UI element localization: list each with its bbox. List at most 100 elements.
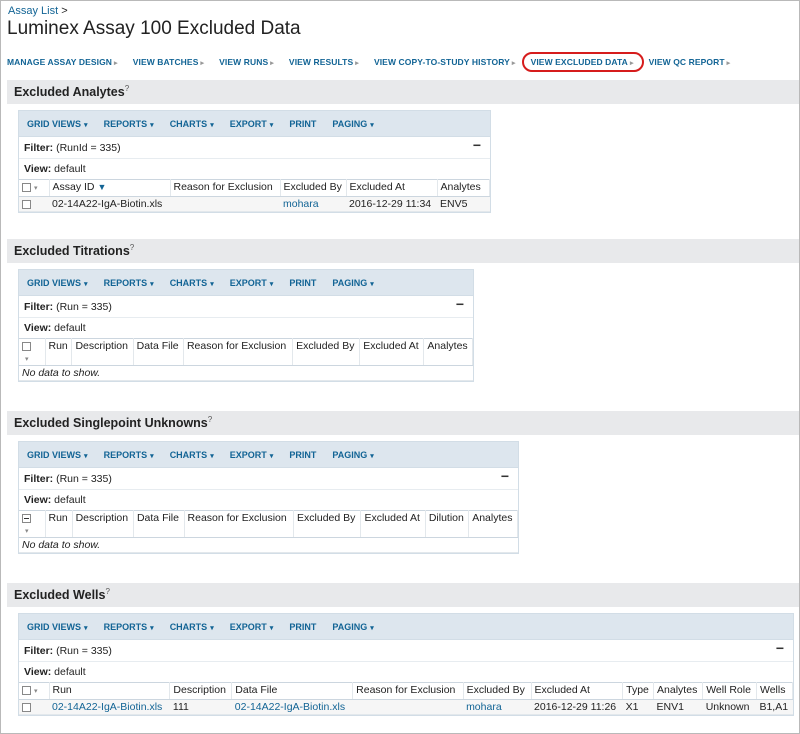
col-header[interactable]: Excluded By: [293, 510, 362, 538]
col-header[interactable]: Excluded At: [360, 510, 426, 538]
col-header[interactable]: Reason for Exclusion: [184, 510, 295, 538]
col-header[interactable]: Run: [49, 682, 171, 700]
help-icon[interactable]: ?: [130, 243, 134, 252]
col-header[interactable]: Reason for Exclusion: [170, 179, 281, 197]
col-header[interactable]: Analytes: [653, 682, 704, 700]
export-menu[interactable]: EXPORT ▾: [230, 614, 274, 642]
filter-row: Filter: (Run = 335) −: [19, 468, 518, 490]
help-icon[interactable]: ?: [208, 415, 212, 424]
paging-menu[interactable]: PAGING ▾: [332, 111, 373, 139]
filter-value: (Run = 335): [56, 473, 112, 485]
col-header[interactable]: Analytes: [437, 179, 490, 197]
select-all-checkbox[interactable]: [22, 341, 31, 351]
col-header[interactable]: Wells: [756, 682, 794, 700]
print-button[interactable]: PRINT: [289, 442, 316, 468]
col-header[interactable]: Data File: [133, 338, 184, 366]
export-menu[interactable]: EXPORT ▾: [230, 270, 274, 298]
grid-toolbar: GRID VIEWS ▾ REPORTS ▾ CHARTS ▾ EXPORT ▾ PRI…: [19, 614, 793, 640]
col-header[interactable]: Description: [169, 682, 233, 700]
reports-menu[interactable]: REPORTS ▾: [104, 270, 154, 298]
select-all-header[interactable]: ▾: [19, 338, 46, 366]
data-file-link[interactable]: 02-14A22-IgA-Biotin.xls: [235, 701, 345, 713]
col-header[interactable]: Well Role: [702, 682, 757, 700]
grid-views-menu[interactable]: GRID VIEWS ▾: [27, 111, 88, 139]
col-header[interactable]: Excluded At: [346, 179, 438, 197]
select-all-checkbox[interactable]: [22, 182, 31, 192]
charts-menu[interactable]: CHARTS ▾: [170, 270, 214, 298]
row-checkbox[interactable]: [22, 199, 31, 209]
col-header[interactable]: Excluded By: [463, 682, 532, 700]
clear-filter-icon[interactable]: −: [473, 138, 481, 152]
select-all-header[interactable]: ▾: [19, 179, 50, 197]
caret-down-icon: ▾: [269, 625, 274, 632]
paging-menu[interactable]: PAGING ▾: [332, 442, 373, 470]
clear-filter-icon[interactable]: −: [501, 469, 509, 483]
clear-filter-icon[interactable]: −: [456, 297, 464, 311]
col-header[interactable]: Excluded By: [280, 179, 347, 197]
reports-menu[interactable]: REPORTS ▾: [104, 442, 154, 470]
clear-filter-icon[interactable]: −: [776, 641, 784, 655]
paging-menu[interactable]: PAGING ▾: [332, 270, 373, 298]
view-row: View: default: [24, 163, 86, 175]
col-header[interactable]: Dilution: [425, 510, 470, 538]
reports-menu[interactable]: REPORTS ▾: [104, 111, 154, 139]
nav-manage-assay-design[interactable]: MANAGE ASSAY DESIGN ▸: [7, 57, 118, 67]
grid-views-menu[interactable]: GRID VIEWS ▾: [27, 614, 88, 642]
row-checkbox[interactable]: [22, 702, 31, 712]
caret-down-icon: ▾: [370, 281, 374, 288]
nav-view-batches[interactable]: VIEW BATCHES ▸: [133, 57, 204, 67]
user-link[interactable]: mohara: [466, 701, 502, 713]
charts-menu[interactable]: CHARTS ▾: [170, 442, 214, 470]
filter-row: Filter: (RunId = 335) −: [19, 137, 490, 159]
user-link[interactable]: mohara: [283, 198, 319, 210]
select-all-header[interactable]: ▾: [19, 682, 50, 700]
select-all-checkbox[interactable]: [22, 685, 31, 695]
col-header[interactable]: Description: [71, 338, 134, 366]
charts-menu[interactable]: CHARTS ▾: [170, 614, 214, 642]
nav-view-qc-report[interactable]: VIEW QC REPORT ▸: [649, 57, 731, 67]
data-table: ▾ Run Description Data File Reason for E…: [19, 338, 473, 381]
col-header[interactable]: Description: [72, 510, 134, 538]
section-header-excluded-titrations: Excluded Titrations?: [7, 239, 799, 263]
excluded-singlepoint-grid: GRID VIEWS ▾ REPORTS ▾ CHARTS ▾ EXPORT ▾ PRI…: [18, 441, 519, 554]
nav-view-copy-to-study-history[interactable]: VIEW COPY-TO-STUDY HISTORY ▸: [374, 57, 516, 67]
col-header[interactable]: Excluded By: [292, 338, 361, 366]
nav-view-runs[interactable]: VIEW RUNS ▸: [219, 57, 274, 67]
col-header[interactable]: Run: [45, 338, 73, 366]
nav-view-results[interactable]: VIEW RESULTS ▸: [289, 57, 359, 67]
select-all-checkbox[interactable]: [22, 513, 31, 523]
help-icon[interactable]: ?: [125, 84, 129, 93]
export-menu[interactable]: EXPORT ▾: [230, 111, 274, 139]
excluded-titrations-grid: GRID VIEWS ▾ REPORTS ▾ CHARTS ▾ EXPORT ▾ PRI…: [18, 269, 474, 382]
col-header[interactable]: Run: [45, 510, 73, 538]
print-button[interactable]: PRINT: [289, 111, 316, 137]
col-header[interactable]: Analytes: [468, 510, 518, 538]
nav-view-excluded-data[interactable]: VIEW EXCLUDED DATA ▸: [521, 52, 644, 72]
breadcrumb-assay-list-link[interactable]: Assay List: [8, 5, 58, 17]
col-header[interactable]: Analytes: [423, 338, 473, 366]
print-button[interactable]: PRINT: [289, 614, 316, 640]
print-button[interactable]: PRINT: [289, 270, 316, 296]
paging-menu[interactable]: PAGING ▾: [332, 614, 373, 642]
table-row: 02-14A22-IgA-Biotin.xls mohara 2016-12-2…: [19, 196, 490, 212]
col-header[interactable]: Data File: [231, 682, 354, 700]
grid-views-menu[interactable]: GRID VIEWS ▾: [27, 270, 88, 298]
help-icon[interactable]: ?: [105, 587, 109, 596]
export-menu[interactable]: EXPORT ▾: [230, 442, 274, 470]
caret-down-icon: ▾: [150, 625, 154, 632]
grid-views-menu[interactable]: GRID VIEWS ▾: [27, 442, 88, 470]
col-header[interactable]: Type: [622, 682, 655, 700]
nav-arrow-icon: ▸: [629, 60, 634, 67]
col-header[interactable]: Reason for Exclusion: [352, 682, 464, 700]
col-header[interactable]: Assay ID ▼: [49, 179, 171, 197]
reports-menu[interactable]: REPORTS ▾: [104, 614, 154, 642]
col-header[interactable]: Excluded At: [531, 682, 624, 700]
run-link[interactable]: 02-14A22-IgA-Biotin.xls: [52, 701, 162, 713]
nav-arrow-icon: ▸: [270, 60, 274, 67]
col-header[interactable]: Data File: [133, 510, 185, 538]
charts-menu[interactable]: CHARTS ▾: [170, 111, 214, 139]
col-header[interactable]: Excluded At: [359, 338, 425, 366]
select-all-header[interactable]: ▾: [19, 510, 46, 538]
col-header[interactable]: Reason for Exclusion: [183, 338, 294, 366]
filter-icon[interactable]: ▼: [97, 182, 106, 192]
